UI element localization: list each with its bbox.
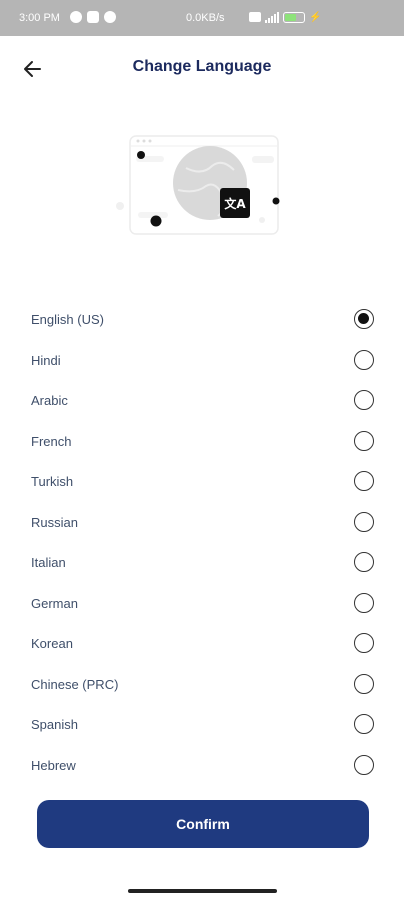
charging-icon: ⚡ — [309, 11, 322, 23]
status-notification-icons — [70, 11, 116, 23]
radio-button[interactable] — [354, 714, 374, 734]
language-illustration: 文A — [112, 128, 292, 243]
language-option-french[interactable]: French — [0, 422, 404, 463]
notification-icon — [70, 11, 82, 23]
radio-button[interactable] — [354, 309, 374, 329]
radio-button[interactable] — [354, 673, 374, 694]
radio-button[interactable] — [354, 390, 374, 410]
notification-icon — [104, 11, 116, 23]
language-label: Arabic — [31, 393, 68, 408]
language-option-turkish[interactable]: Turkish — [0, 462, 404, 503]
language-label: Hindi — [31, 352, 61, 368]
radio-button[interactable] — [354, 754, 374, 775]
language-option-italian[interactable]: Italian — [0, 543, 404, 584]
language-option-spanish[interactable]: Spanish — [0, 705, 404, 746]
radio-button[interactable] — [354, 349, 374, 370]
radio-button[interactable] — [354, 511, 374, 532]
language-option-german[interactable]: German — [0, 584, 404, 625]
language-option-chinese-prc[interactable]: Chinese (PRC) — [0, 665, 404, 706]
page-title: Change Language — [132, 58, 272, 75]
language-label: Spanish — [31, 717, 78, 732]
language-option-hindi[interactable]: Hindi — [0, 341, 404, 382]
language-option-russian[interactable]: Russian — [0, 503, 404, 544]
notification-icon — [87, 11, 99, 23]
battery-icon — [283, 11, 305, 23]
status-bar: 3:00 PM 0.0KB/s ⚡ — [0, 0, 404, 36]
radio-button[interactable] — [354, 552, 374, 572]
confirm-button[interactable]: Confirm — [37, 800, 369, 848]
radio-selected-dot — [358, 313, 369, 324]
language-list: English (US) Hindi Arabic French Turkish… — [0, 300, 404, 786]
language-label: Korean — [31, 636, 73, 651]
language-label: French — [31, 433, 72, 449]
signal-icon — [265, 11, 279, 23]
status-time: 3:00 PM — [19, 12, 60, 24]
language-option-korean[interactable]: Korean — [0, 624, 404, 665]
language-option-hebrew[interactable]: Hebrew — [0, 746, 404, 787]
translate-glyph: 文A — [224, 196, 246, 211]
language-label: English (US) — [31, 312, 104, 327]
app-header: Change Language — [0, 36, 404, 100]
language-label: Chinese (PRC) — [31, 676, 119, 692]
language-option-english-us[interactable]: English (US) — [0, 300, 404, 341]
language-label: German — [31, 595, 78, 611]
radio-button[interactable] — [354, 471, 374, 491]
radio-button[interactable] — [354, 430, 374, 451]
language-label: Russian — [31, 514, 78, 530]
language-label: Hebrew — [31, 757, 76, 773]
radio-button[interactable] — [354, 592, 374, 613]
sim-icon — [249, 12, 261, 22]
radio-button[interactable] — [354, 633, 374, 653]
home-indicator — [128, 889, 277, 893]
language-label: Italian — [31, 555, 66, 570]
status-right-icons: ⚡ — [249, 11, 321, 23]
language-label: Turkish — [31, 474, 74, 489]
translate-icon: 文A — [220, 188, 250, 218]
language-option-arabic[interactable]: Arabic — [0, 381, 404, 422]
network-speed: 0.0KB/s — [186, 12, 225, 24]
